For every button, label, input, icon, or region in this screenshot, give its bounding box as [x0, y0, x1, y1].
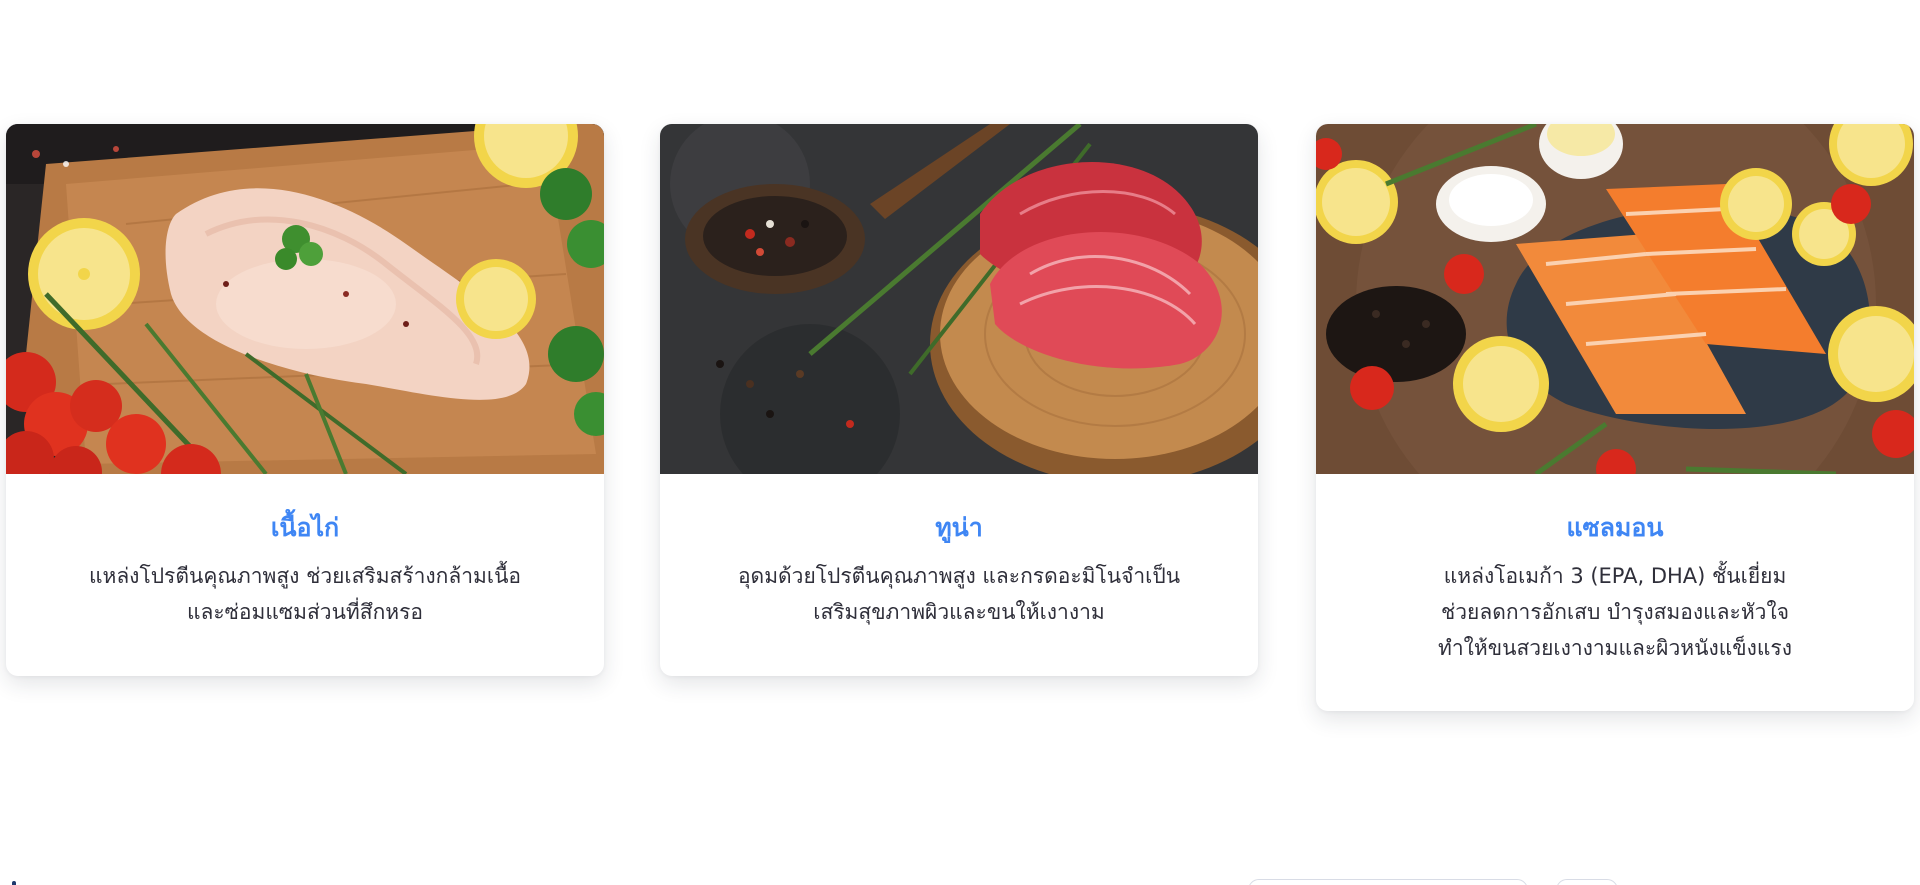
card-description-line: เสริมสุขภาพผิวและขนให้เงางาม	[813, 600, 1105, 624]
card-description-line: แหล่งโอเมก้า 3 (EPA, DHA) ชั้นเยี่ยม	[1443, 564, 1787, 588]
card-title: ทูน่า	[935, 513, 983, 542]
cropped-control[interactable]	[1556, 879, 1618, 885]
card-description: แหล่งโปรตีนคุณภาพสูง ช่วยเสริมสร้างกล้าม…	[30, 558, 580, 630]
card-description-line: ช่วยลดการอักเสบ บำรุงสมองและหัวใจ	[1440, 600, 1790, 624]
salmon-image	[1316, 124, 1914, 474]
tuna-image	[660, 124, 1258, 474]
next-section-preview	[0, 875, 1920, 885]
chicken-image	[6, 124, 604, 474]
card-description-line: อุดมด้วยโปรตีนคุณภาพสูง และกรดอะมิโนจำเป…	[737, 564, 1181, 588]
card-description: แหล่งโอเมก้า 3 (EPA, DHA) ชั้นเยี่ยม ช่ว…	[1340, 558, 1890, 666]
card-description-line: แหล่งโปรตีนคุณภาพสูง ช่วยเสริมสร้างกล้าม…	[88, 564, 522, 588]
product-section: เนื้อไก่ แหล่งโปรตีนคุณภาพสูง ช่วยเสริมส…	[0, 0, 1920, 885]
ingredient-card-salmon: แซลมอน แหล่งโอเมก้า 3 (EPA, DHA) ชั้นเยี…	[1316, 124, 1914, 711]
card-description-line: และซ่อมแซมส่วนที่สึกหรอ	[186, 600, 424, 624]
cropped-search-field[interactable]	[1248, 879, 1528, 885]
card-description-line: ทำให้ขนสวยเงางามและผิวหนังแข็งแรง	[1438, 636, 1792, 660]
card-title: เนื้อไก่	[270, 513, 340, 542]
cropped-mark	[12, 881, 16, 885]
card-description: อุดมด้วยโปรตีนคุณภาพสูง และกรดอะมิโนจำเป…	[684, 558, 1234, 630]
card-title: แซลมอน	[1566, 513, 1664, 542]
ingredient-card-tuna: ทูน่า อุดมด้วยโปรตีนคุณภาพสูง และกรดอะมิ…	[660, 124, 1258, 676]
ingredient-card-chicken: เนื้อไก่ แหล่งโปรตีนคุณภาพสูง ช่วยเสริมส…	[6, 124, 604, 676]
